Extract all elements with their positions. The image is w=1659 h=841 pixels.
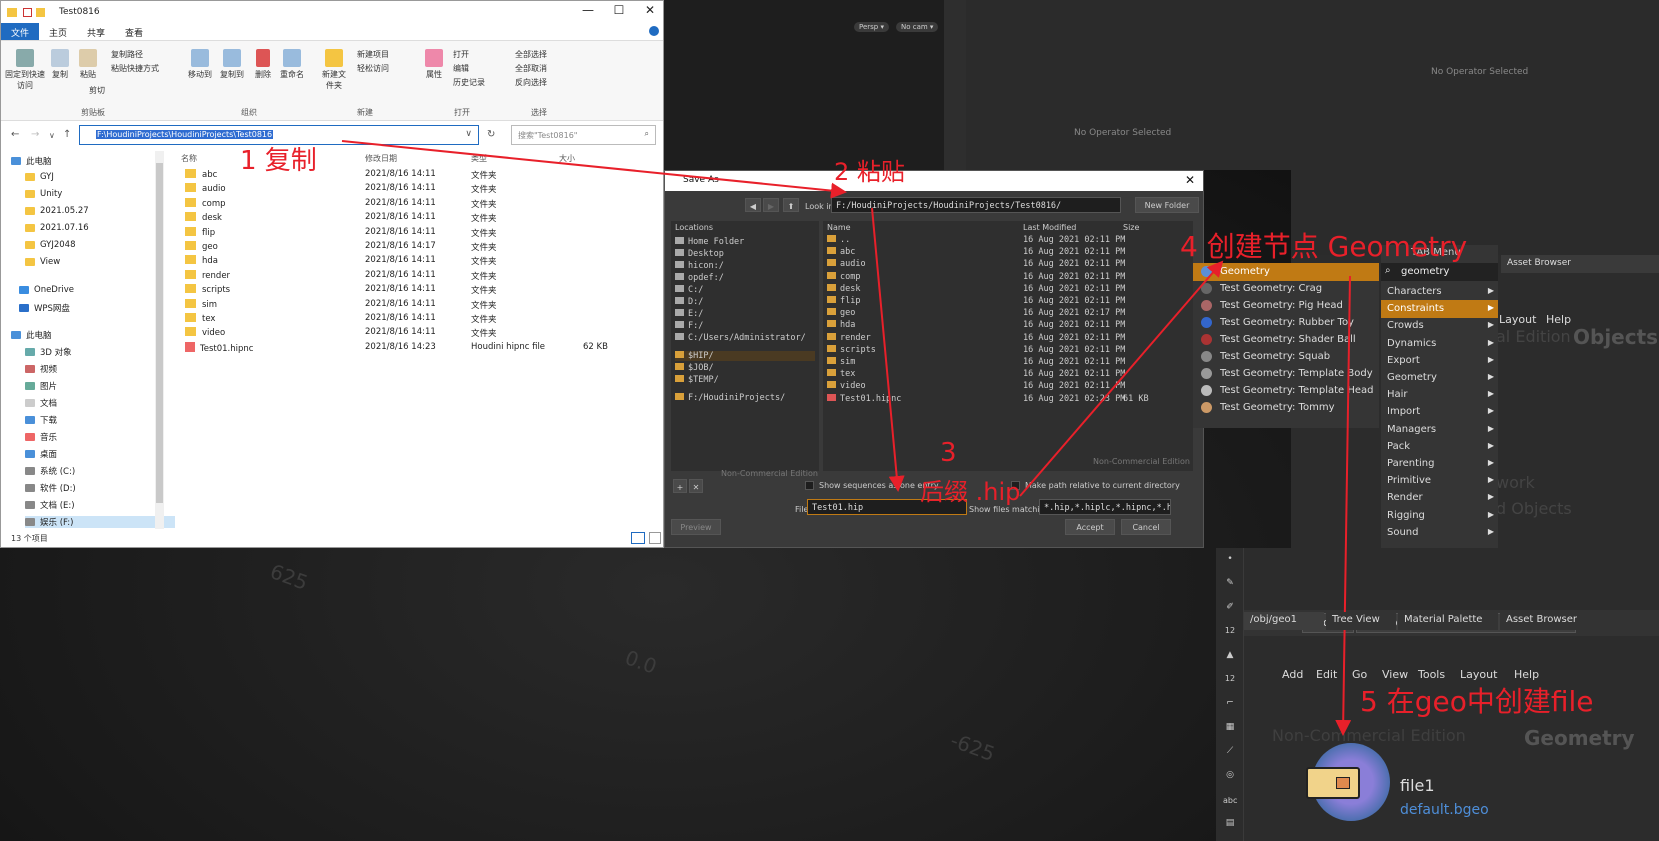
network-tab[interactable]: Material Palette [1398, 612, 1498, 630]
arrow-paste-to-file [871, 207, 905, 492]
step5-annotation: 5 在geo中创建file [1360, 685, 1594, 718]
step2-annotation: 2 粘贴 [834, 158, 905, 186]
network-tab[interactable]: Tree View [1326, 612, 1396, 630]
network-tab[interactable]: /obj/geo1 [1244, 612, 1324, 630]
network-tab[interactable]: Asset Browser [1500, 612, 1590, 630]
arrow-copy-to-paste [341, 140, 847, 199]
arrow-geometry-to-file-node [1335, 275, 1352, 736]
network-menu-item[interactable]: Add [1282, 668, 1303, 681]
step3-number: 3 [940, 438, 957, 468]
network-menu-item[interactable]: Help [1514, 668, 1539, 681]
network-menu-item[interactable]: View [1382, 668, 1408, 681]
network-menu-item[interactable]: Go [1352, 668, 1367, 681]
network-menu-item[interactable]: Tools [1418, 668, 1445, 681]
arrow-file-to-geometry [1019, 260, 1224, 497]
network-menu-item[interactable]: Layout [1460, 668, 1497, 681]
step1-annotation: 1 复制 [240, 146, 317, 176]
step4-annotation: 4 创建节点 Geometry [1180, 230, 1468, 263]
network-menu-item[interactable]: Edit [1316, 668, 1337, 681]
step3-annotation: 后缀 .hip [920, 478, 1021, 506]
